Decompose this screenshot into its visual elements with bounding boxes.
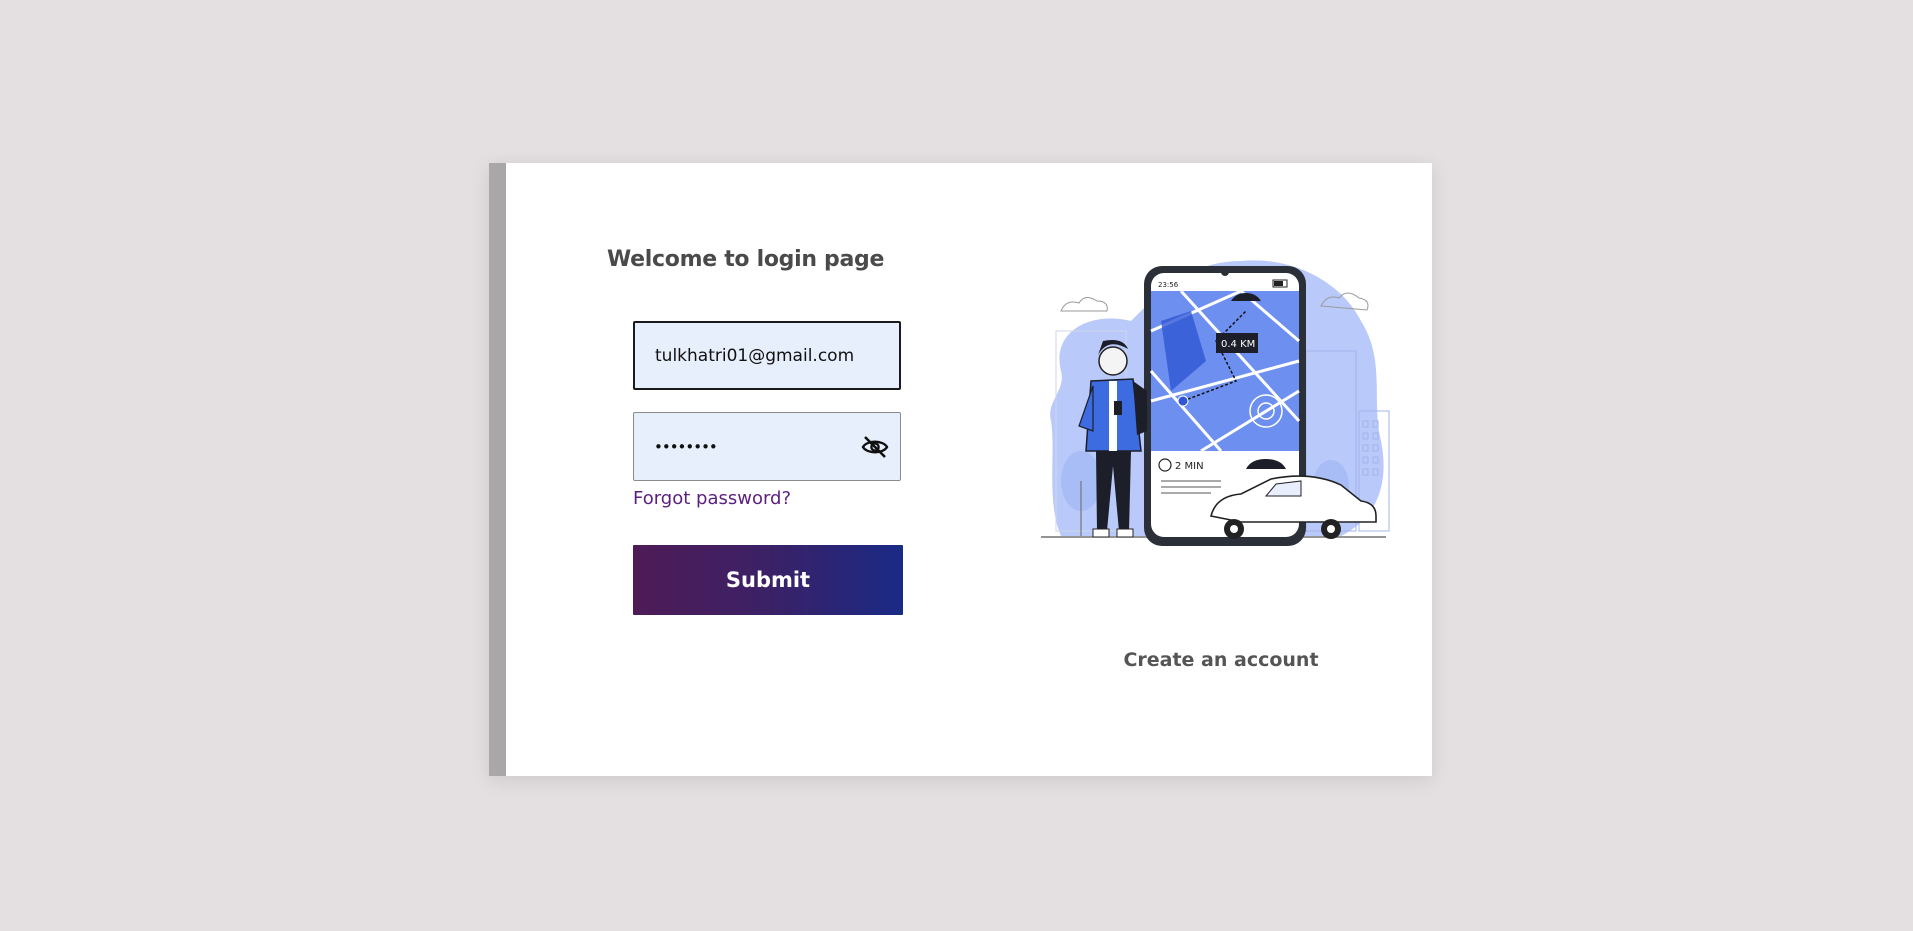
login-card: Welcome to login page Forgot password? S… bbox=[489, 163, 1432, 776]
password-input[interactable] bbox=[654, 413, 854, 480]
card-edge-bar bbox=[489, 163, 506, 776]
phone-time: 23:56 bbox=[1158, 281, 1179, 289]
distance-label: 0.4 KM bbox=[1221, 339, 1255, 350]
email-input[interactable] bbox=[655, 323, 855, 388]
submit-button[interactable]: Submit bbox=[633, 545, 903, 615]
eta-label: 2 MIN bbox=[1175, 461, 1204, 472]
create-account-link[interactable]: Create an account bbox=[1115, 649, 1327, 671]
password-field[interactable] bbox=[633, 412, 901, 481]
page-title: Welcome to login page bbox=[607, 247, 885, 272]
forgot-password-link[interactable]: Forgot password? bbox=[633, 488, 791, 509]
eye-off-icon[interactable] bbox=[861, 435, 889, 459]
ride-app-illustration: 23:56 0.4 KM 2 MIN bbox=[1041, 260, 1390, 546]
email-field[interactable] bbox=[633, 321, 901, 390]
